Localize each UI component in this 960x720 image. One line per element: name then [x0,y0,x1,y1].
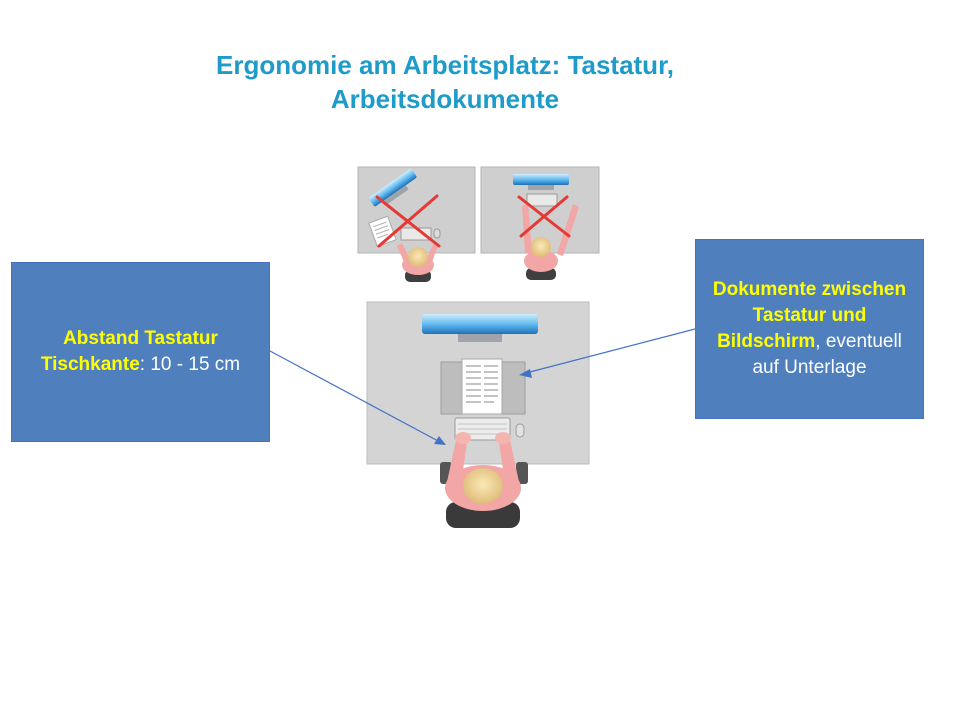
monitor-icon [513,174,569,185]
illustration-wrong-1 [357,166,476,282]
callout-left-detail: : 10 - 15 cm [139,354,241,375]
monitor-stand [528,185,554,190]
mouse-icon [433,228,441,239]
keyboard-icon [526,193,558,207]
callout-keyboard-distance: Abstand Tastatur Tischkante: 10 - 15 cm [11,262,270,442]
callout-document-position: Dokumente zwischen Tastatur und Bildschi… [695,239,924,419]
monitor-icon [422,314,538,334]
person-icon [397,243,438,282]
illustration-correct [366,301,590,528]
keyboard-icon [400,227,432,241]
mouse-icon [515,423,525,438]
document-icon [461,358,503,415]
callout-left-text: Abstand Tastatur Tischkante: 10 - 15 cm [24,326,257,378]
illustration-wrong-2 [480,166,600,280]
monitor-stand [458,334,502,342]
callout-right-text: Dokumente zwischen Tastatur und Bildschi… [704,277,915,381]
